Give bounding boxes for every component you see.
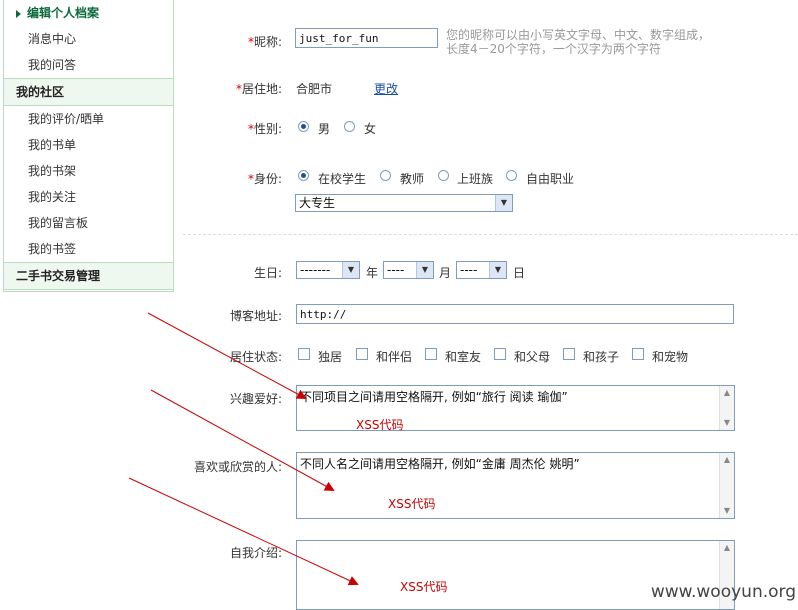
residence-change-link[interactable]: 更改: [374, 80, 398, 97]
year-unit: 年: [366, 266, 379, 280]
day-unit: 日: [513, 266, 526, 280]
gender-female-radio[interactable]: [344, 121, 355, 132]
month-unit: 月: [439, 266, 452, 280]
xss-annotation-intro: XSS代码: [400, 580, 448, 594]
birthday-day-select[interactable]: ---- ▼: [456, 261, 507, 279]
living-parents-label: 和父母: [514, 350, 551, 364]
gender-female-label: 女: [364, 122, 377, 136]
identity-officeworker-label: 上班族: [457, 172, 494, 186]
nickname-input[interactable]: [295, 28, 438, 48]
living-roommate-label: 和室友: [445, 350, 482, 364]
identity-teacher-label: 教师: [400, 172, 425, 186]
sidebar-item-bookshelf[interactable]: 我的书架: [4, 158, 173, 184]
residence-label: *居住地:: [235, 82, 282, 96]
nickname-label: *昵称:: [247, 35, 282, 49]
gender-male-label: 男: [318, 122, 331, 136]
watermark: www.wooyun.org: [650, 582, 796, 602]
living-roommate-checkbox[interactable]: [425, 348, 437, 360]
living-label: 居住状态:: [229, 350, 282, 364]
identity-label: *身份:: [247, 172, 282, 186]
triangle-right-icon: [16, 9, 21, 18]
scroll-up-icon[interactable]: ▲: [720, 386, 734, 400]
xss-annotation-favorites: XSS代码: [388, 497, 436, 511]
living-pets-label: 和宠物: [652, 350, 689, 364]
scroll-down-icon[interactable]: ▼: [720, 504, 734, 518]
textarea-scrollbar[interactable]: ▲ ▼: [719, 453, 734, 518]
birthday-year-select[interactable]: ------- ▼: [296, 261, 360, 279]
living-alone-checkbox[interactable]: [298, 348, 310, 360]
living-alone-label: 独居: [318, 350, 343, 364]
gender-label: *性别:: [247, 122, 282, 136]
sidebar-section-secondhand[interactable]: 二手书交易管理: [4, 262, 173, 290]
blog-label: 博客地址:: [229, 309, 282, 323]
sidebar-item-follows[interactable]: 我的关注: [4, 184, 173, 210]
sidebar-item-booklists[interactable]: 我的书单: [4, 132, 173, 158]
identity-teacher-radio[interactable]: [380, 170, 391, 181]
chevron-down-icon: ▼: [489, 262, 506, 278]
identity-freelance-label: 自由职业: [526, 172, 575, 186]
scroll-up-icon[interactable]: ▲: [720, 453, 734, 467]
living-pets-checkbox[interactable]: [632, 348, 644, 360]
gender-male-radio[interactable]: [298, 121, 309, 132]
chevron-down-icon: ▼: [495, 195, 512, 211]
favorites-label: 喜欢或欣赏的人:: [193, 460, 282, 474]
chevron-down-icon: ▼: [342, 262, 359, 278]
residence-value: 合肥市: [296, 82, 333, 96]
education-select[interactable]: 大专生 ▼: [295, 194, 513, 212]
sidebar-item-reviews[interactable]: 我的评价/晒单: [4, 106, 173, 132]
hobbies-label: 兴趣爱好:: [229, 392, 282, 406]
living-children-checkbox[interactable]: [563, 348, 575, 360]
sidebar-item-questions[interactable]: 我的问答: [4, 52, 173, 78]
living-partner-label: 和伴侣: [376, 350, 413, 364]
sidebar: 编辑个人档案 消息中心 我的问答 我的社区 我的评价/晒单 我的书单 我的书架 …: [3, 0, 174, 292]
intro-label: 自我介绍:: [229, 546, 282, 560]
favorites-textarea[interactable]: 不同人名之间请用空格隔开, 例如“金庸 周杰伦 姚明” ▲ ▼: [296, 452, 735, 519]
xss-annotation-hobbies: XSS代码: [356, 418, 404, 432]
blog-url-input[interactable]: [296, 304, 734, 324]
identity-student-radio[interactable]: [298, 170, 309, 181]
living-partner-checkbox[interactable]: [356, 348, 368, 360]
identity-officeworker-radio[interactable]: [438, 170, 449, 181]
scroll-up-icon[interactable]: ▲: [720, 541, 734, 555]
nickname-hint: 您的昵称可以由小写英文字母、中文、数字组成， 长度4－20个字符，一个汉字为两个字…: [446, 28, 711, 56]
sidebar-item-edit-profile[interactable]: 编辑个人档案: [4, 0, 173, 26]
sidebar-item-messages[interactable]: 消息中心: [4, 26, 173, 52]
living-parents-checkbox[interactable]: [494, 348, 506, 360]
sidebar-section-community[interactable]: 我的社区: [4, 78, 173, 106]
birthday-label: 生日:: [253, 266, 282, 280]
living-children-label: 和孩子: [583, 350, 620, 364]
identity-student-label: 在校学生: [318, 172, 367, 186]
birthday-month-select[interactable]: ---- ▼: [383, 261, 434, 279]
identity-freelance-radio[interactable]: [506, 170, 517, 181]
sidebar-item-bookmarks[interactable]: 我的书签: [4, 236, 173, 262]
divider: [183, 234, 798, 235]
chevron-down-icon: ▼: [416, 262, 433, 278]
textarea-scrollbar[interactable]: ▲ ▼: [719, 386, 734, 430]
scroll-down-icon[interactable]: ▼: [720, 416, 734, 430]
sidebar-item-guestbook[interactable]: 我的留言板: [4, 210, 173, 236]
